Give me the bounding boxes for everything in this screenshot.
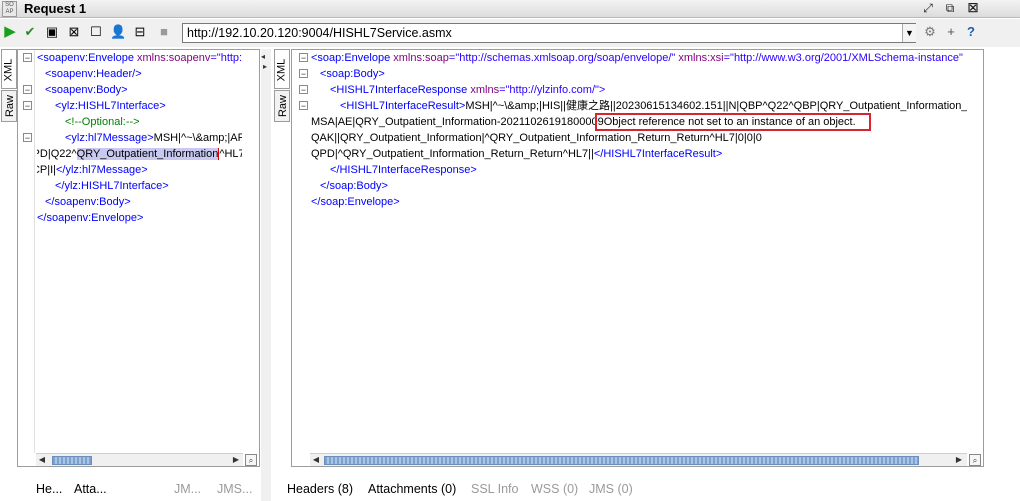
help-icon[interactable]: ? [963,24,979,40]
xml-line: </ylz:HISHL7Interface> [55,180,169,192]
response-hscrollbar[interactable]: ◀ ▶ [310,453,967,466]
fold-toggle-icon[interactable]: − [23,53,32,63]
xml-line: <ylz:HISHL7Interface> [55,100,166,112]
fold-toggle-icon[interactable]: − [299,53,308,63]
xml-line: <soapenv:Envelope xmlns:soapenv="http:// [37,52,242,64]
scroll-thumb[interactable] [52,456,92,465]
tile-icon[interactable]: ⧉ [942,1,958,16]
xml-line: <soap:Body> [320,68,385,80]
scroll-left-icon[interactable]: ◀ [36,454,48,466]
xml-comment: <!--Optional:--> [65,116,140,128]
left-tab-jm[interactable]: JM... [174,482,201,496]
square-icon[interactable]: ☐ [88,24,104,40]
tab-wss[interactable]: WSS (0) [531,482,578,496]
fold-toggle-icon[interactable]: − [23,133,32,143]
endpoint-edit-icon[interactable]: ⚙ [922,24,938,40]
error-highlight-box [595,113,871,131]
scroll-thumb[interactable] [324,456,919,465]
fold-toggle-icon[interactable]: − [299,69,308,79]
xml-line: <soap:Envelope xmlns:soap="http://schema… [311,52,963,64]
submit-all-icon[interactable]: ✔ [22,24,38,40]
xml-line: <HISHL7InterfaceResult>MSH|^~\&amp;|HIS|… [340,100,967,112]
add-icon[interactable]: + [943,24,959,40]
request-xml[interactable]: <soapenv:Envelope xmlns:soapenv="http://… [37,50,242,440]
right-tab-xml[interactable]: XML [274,49,290,89]
xml-line: </soapenv:Body> [45,196,131,208]
left-tab-attachments[interactable]: Atta... [74,482,107,496]
left-tab-headers[interactable]: He... [36,482,62,496]
window-title: Request 1 [24,1,87,16]
left-tab-raw[interactable]: Raw [1,90,17,122]
selected-text: QRY_Outpatient_Information [76,148,219,160]
xml-line: </soap:Body> [320,180,388,192]
xml-line: QPD|Q22^QRY_Outpatient_Information^HL7 [37,148,242,160]
xml-line: <soapenv:Header/> [45,68,142,80]
tab-ssl-info[interactable]: SSL Info [471,482,519,496]
splitter[interactable] [261,49,271,501]
xml-line: <HISHL7InterfaceResponse xmlns="http://y… [330,84,606,96]
user-icon[interactable]: 👤 [110,24,126,40]
xml-line: QAK||QRY_Outpatient_Information|^QRY_Out… [311,132,762,144]
xml-line: </soapenv:Envelope> [37,212,144,224]
grey-square-icon[interactable]: ■ [156,24,172,40]
tab-headers[interactable]: Headers (8) [287,482,353,496]
tab-jms[interactable]: JMS (0) [589,482,633,496]
close-window-icon[interactable]: ☒ [965,1,981,16]
restore-icon[interactable]: ⤢ [920,1,936,16]
fold-toggle-icon[interactable]: − [23,101,32,111]
xml-line: <soapenv:Body> [45,84,128,96]
url-dropdown-icon[interactable]: ▼ [902,24,916,42]
soap-logo-icon: SO AP [2,1,17,17]
endpoint-url-input[interactable]: http://192.10.20.120:9004/HISHL7Service.… [182,23,916,43]
tab-attachments[interactable]: Attachments (0) [368,482,456,496]
xml-line: RCP|I|</ylz:hl7Message> [37,164,148,176]
request-hscrollbar[interactable]: ◀ ▶ [36,453,243,466]
left-tab-xml[interactable]: XML [1,49,17,89]
collapse-left-icon[interactable]: ◂ [261,52,265,61]
xml-line: <ylz:hl7Message>MSH|^~\&amp;|APP [65,132,242,144]
fold-toggle-icon[interactable]: − [299,85,308,95]
fold-toggle-icon[interactable]: − [299,101,308,111]
xml-line: </soap:Envelope> [311,196,400,208]
stop-icon[interactable]: ▣ [44,24,60,40]
find-icon[interactable]: ⌕ [969,454,981,466]
run-icon[interactable]: ▶ [2,24,18,40]
scroll-right-icon[interactable]: ▶ [230,454,242,466]
xml-line: </HISHL7InterfaceResponse> [330,164,477,176]
title-bar [0,0,1020,18]
right-tab-raw[interactable]: Raw [274,90,290,122]
split-view-icon[interactable]: ⊟ [132,24,148,40]
xml-line: QPD|^QRY_Outpatient_Information_Return_R… [311,148,723,160]
maximize-editor-icon[interactable]: ⊠ [66,24,82,40]
find-icon[interactable]: ⌕ [245,454,257,466]
left-tab-jms[interactable]: JMS... [217,482,252,496]
collapse-right-icon[interactable]: ▸ [263,62,267,71]
fold-toggle-icon[interactable]: − [23,85,32,95]
scroll-right-icon[interactable]: ▶ [953,454,965,466]
scroll-left-icon[interactable]: ◀ [310,454,322,466]
response-xml[interactable]: <soap:Envelope xmlns:soap="http://schema… [311,50,967,440]
